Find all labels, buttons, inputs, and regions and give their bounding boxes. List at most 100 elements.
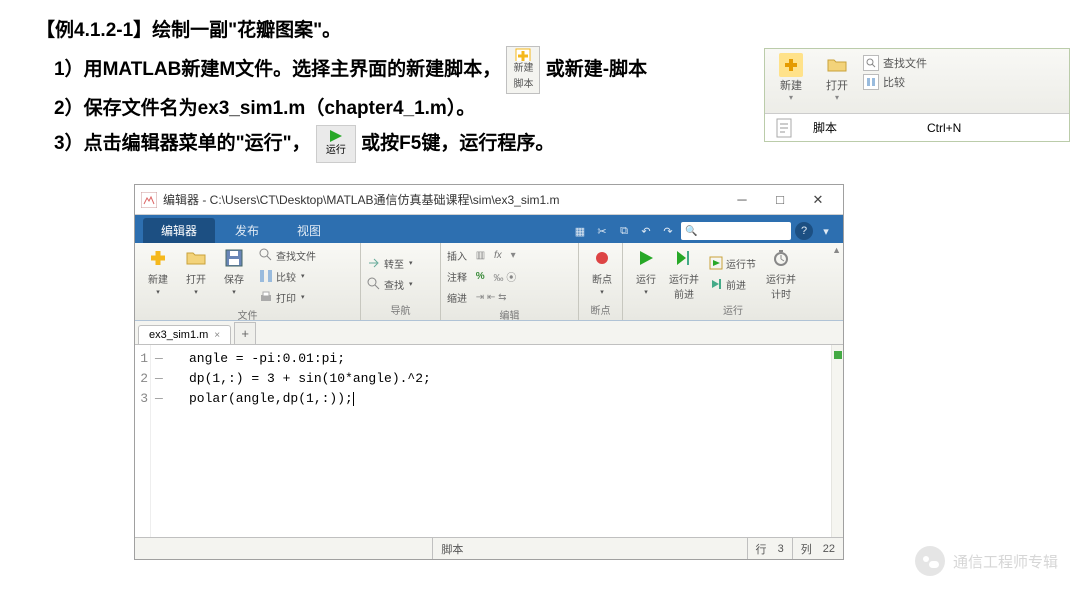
rp-open-label: 打开: [826, 77, 848, 93]
rb-run-label: 运行: [636, 271, 656, 286]
main-tabstrip: 编辑器 发布 视图 ▦ ✂ ⧉ ↶ ↷ 🔍 ? ▾: [135, 215, 843, 243]
statusbar: 脚本 行 3 列 22: [135, 537, 843, 559]
advance-icon: [709, 277, 723, 291]
status-line: 行 3: [747, 538, 792, 559]
minimize-button[interactable]: ─: [723, 187, 761, 213]
rp-find-files[interactable]: 查找文件: [863, 55, 927, 71]
rp-open-button[interactable]: 打开 ▾: [817, 53, 857, 102]
new-open-panel: 新建 ▾ 打开 ▾ 查找文件 比较 脚本 Ctrl+N: [764, 48, 1070, 142]
rb-runadv-label: 运行并 前进: [669, 271, 699, 301]
inline-new-script-label: 新建 脚本: [513, 61, 533, 93]
plus-icon: [783, 57, 799, 73]
rb-insert[interactable]: 插入 ▥ fx ▾: [447, 245, 572, 265]
app-icon: [141, 192, 157, 208]
tt-help-icon[interactable]: ?: [795, 222, 813, 240]
rg-nav-label: 导航: [367, 302, 434, 318]
tt-cut-icon[interactable]: ✂: [593, 222, 611, 240]
close-tab-icon[interactable]: ×: [214, 330, 220, 341]
run-advance-icon: [675, 249, 693, 267]
watermark-text: 通信工程师专辑: [953, 551, 1058, 572]
rp-menu-script[interactable]: 脚本: [765, 114, 917, 141]
rb-find-label: 查找文件: [276, 248, 316, 263]
rp-new-label: 新建: [780, 77, 802, 93]
window-title: 编辑器 - C:\Users\CT\Desktop\MATLAB通信仿真基础课程…: [157, 191, 723, 208]
code-area[interactable]: 123 ——— angle = -pi:0.01:pi; dp(1,:) = 3…: [135, 345, 843, 537]
tab-view[interactable]: 视图: [279, 218, 339, 243]
breakpoint-icon: [593, 249, 611, 267]
save-icon: [225, 249, 243, 267]
ribbon-collapse-icon[interactable]: ▲: [832, 245, 841, 255]
find-icon: [367, 277, 381, 291]
close-button[interactable]: ✕: [799, 187, 837, 213]
code-l1: angle = -pi:0.01:pi;: [189, 351, 345, 366]
rb-print[interactable]: 打印▾: [259, 287, 316, 307]
rb-save[interactable]: 保存▾: [217, 245, 251, 307]
editor-window: 编辑器 - C:\Users\CT\Desktop\MATLAB通信仿真基础课程…: [134, 184, 844, 560]
step-1a-text: 1）用MATLAB新建M文件。选择主界面的新建脚本，: [54, 59, 501, 80]
rb-bp-label: 断点: [592, 271, 612, 286]
inline-run-label: 运行: [326, 143, 346, 159]
tab-publish[interactable]: 发布: [217, 218, 277, 243]
file-tabstrip: ex3_sim1.m × +: [135, 321, 843, 345]
pct-icon: %: [476, 271, 485, 282]
tt-collapse-icon[interactable]: ▾: [817, 222, 835, 240]
folder-icon: [186, 250, 206, 266]
tt-redo-icon[interactable]: ↷: [659, 222, 677, 240]
maximize-button[interactable]: □: [761, 187, 799, 213]
rp-new-button[interactable]: 新建 ▾: [771, 53, 811, 102]
rb-new[interactable]: 新建▾: [141, 245, 175, 307]
rb-indent[interactable]: 缩进 ⇥ ⇤ ⇆: [447, 287, 572, 307]
inline-run-button: 运行: [316, 125, 356, 163]
status-col-lbl: 列: [801, 541, 812, 557]
rb-find[interactable]: 查找▾: [367, 274, 434, 294]
rb-runsec-label: 运行节: [726, 256, 756, 271]
watermark: 通信工程师专辑: [915, 546, 1058, 576]
rb-find-label: 查找: [384, 277, 404, 292]
rb-advance[interactable]: 前进: [709, 274, 756, 294]
rg-bp-label: 断点: [585, 302, 616, 318]
rb-save-label: 保存: [224, 271, 244, 286]
compare-icon: [259, 269, 273, 283]
rb-open[interactable]: 打开▾: [179, 245, 213, 307]
rb-find-files[interactable]: 查找文件: [259, 245, 316, 265]
rb-compare[interactable]: 比较▾: [259, 266, 316, 286]
text-cursor: [353, 392, 354, 406]
rp-compare-label: 比较: [883, 74, 905, 90]
tt-doc-icon[interactable]: ▦: [571, 222, 589, 240]
search-icon: [866, 58, 876, 68]
tab-editor[interactable]: 编辑器: [143, 218, 215, 243]
rb-comment-label: 注释: [447, 269, 467, 284]
rp-shortcut-label: Ctrl+N: [927, 121, 961, 135]
rb-goto[interactable]: 转至▾: [367, 253, 434, 273]
rb-open-label: 打开: [186, 271, 206, 286]
rb-run-advance[interactable]: 运行并 前进: [667, 245, 701, 302]
code-text[interactable]: angle = -pi:0.01:pi; dp(1,:) = 3 + sin(1…: [169, 345, 431, 537]
file-tab-label: ex3_sim1.m: [149, 329, 208, 341]
example-title: 【例4.1.2-1】绘制一副"花瓣图案"。: [36, 16, 1044, 46]
rb-comment[interactable]: 注释 % ‰ ⦿: [447, 266, 572, 286]
status-line-val: 3: [778, 543, 784, 555]
folder-icon: [827, 57, 847, 73]
rb-indent-label: 缩进: [447, 290, 467, 305]
message-bar[interactable]: [831, 345, 843, 537]
rb-run-time[interactable]: 运行并 计时: [764, 245, 798, 302]
rb-new-label: 新建: [148, 271, 168, 286]
run-icon: [637, 249, 655, 267]
file-tab-active[interactable]: ex3_sim1.m ×: [138, 325, 231, 344]
fold-gutter: ———: [151, 345, 169, 537]
rp-find-label: 查找文件: [883, 55, 927, 71]
rb-runtime-label: 运行并 计时: [766, 271, 796, 301]
fx-icon: fx: [494, 250, 502, 261]
rb-breakpoints[interactable]: 断点▾: [585, 245, 619, 302]
rg-run-label: 运行: [629, 302, 837, 318]
rb-run-section[interactable]: 运行节: [709, 253, 756, 273]
rp-compare[interactable]: 比较: [863, 74, 927, 90]
tt-undo-icon[interactable]: ↶: [637, 222, 655, 240]
ribbon-search[interactable]: 🔍: [681, 222, 791, 240]
tt-copy-icon[interactable]: ⧉: [615, 222, 633, 240]
rb-run[interactable]: 运行▾: [629, 245, 663, 302]
titlebar: 编辑器 - C:\Users\CT\Desktop\MATLAB通信仿真基础课程…: [135, 185, 843, 215]
new-tab-button[interactable]: +: [234, 322, 256, 344]
step-1b-text: 或新建-脚本: [546, 59, 647, 80]
rp-script-label: 脚本: [813, 119, 837, 136]
